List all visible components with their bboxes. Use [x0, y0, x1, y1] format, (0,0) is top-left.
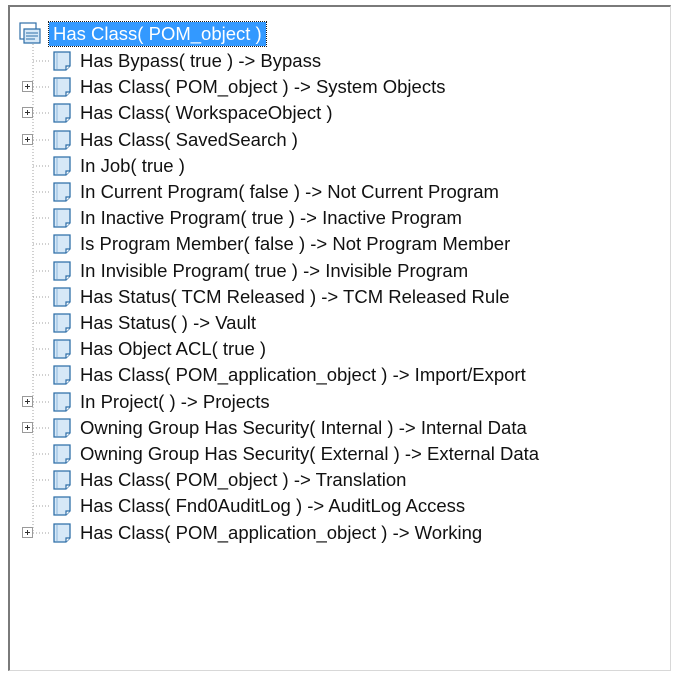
- rule-node-icon: [53, 392, 71, 412]
- rule-node-icon: [53, 77, 71, 97]
- rule-node-icon: [53, 261, 71, 281]
- expand-plus-icon[interactable]: [22, 527, 33, 538]
- rule-node-icon: [53, 234, 71, 254]
- expand-plus-icon[interactable]: [22, 422, 33, 433]
- rule-node-icon: [53, 208, 71, 228]
- tree-node-label: Has Class( POM_object ) -> System Object…: [80, 76, 446, 97]
- tree-node-label: Has Class( POM_object ) -> Translation: [80, 469, 407, 490]
- rule-node-icon: [53, 103, 71, 123]
- rule-node-icon: [53, 313, 71, 333]
- expand-plus-icon[interactable]: [22, 396, 33, 407]
- tree-node-label: In Current Program( false ) -> Not Curre…: [80, 181, 499, 202]
- tree-node-label: In Project( ) -> Projects: [80, 391, 270, 412]
- rule-node-icon: [53, 182, 71, 202]
- tree-root-label[interactable]: Has Class( POM_object ): [48, 21, 267, 47]
- tree-node-label: Owning Group Has Security( External ) ->…: [80, 443, 540, 464]
- rule-node-icon: [53, 523, 71, 543]
- rule-node-icon: [53, 365, 71, 385]
- rule-node-icon: [53, 496, 71, 516]
- tree-root-node[interactable]: Has Class( POM_object ): [17, 21, 267, 47]
- tree-node-label: In Inactive Program( true ) -> Inactive …: [80, 207, 462, 228]
- rule-node-icon: [53, 287, 71, 307]
- rule-node-icon: [53, 51, 71, 71]
- tree-node-label: In Invisible Program( true ) -> Invisibl…: [80, 260, 469, 281]
- tree-node-label: Has Bypass( true ) -> Bypass: [80, 50, 322, 71]
- tree-node-label: Has Class( POM_application_object ) -> W…: [80, 522, 483, 543]
- rule-node-icon: [53, 339, 71, 359]
- rule-tree-root-icon: [19, 22, 41, 44]
- tree-node-label: Has Class( WorkspaceObject ): [80, 102, 333, 123]
- tree-node-label: Has Class( Fnd0AuditLog ) -> AuditLog Ac…: [80, 495, 466, 516]
- rule-node-icon: [53, 418, 71, 438]
- tree-node-label: Owning Group Has Security( Internal ) ->…: [80, 417, 527, 438]
- tree-node-label: Has Class( POM_application_object ) -> I…: [80, 364, 526, 385]
- rule-node-icon: [53, 130, 71, 150]
- rule-node-icon: [53, 156, 71, 176]
- tree-node-label: In Job( true ): [80, 155, 185, 176]
- expand-plus-icon[interactable]: [22, 107, 33, 118]
- expand-plus-icon[interactable]: [22, 81, 33, 92]
- tree-node-label: Is Program Member( false ) -> Not Progra…: [80, 233, 511, 254]
- expand-plus-icon[interactable]: [22, 134, 33, 145]
- tree-node-label: Has Status( ) -> Vault: [80, 312, 256, 333]
- tree-node-label: Has Class( SavedSearch ): [80, 129, 298, 150]
- tree-node-label: Has Status( TCM Released ) -> TCM Releas…: [80, 286, 510, 307]
- rule-node-icon: [53, 470, 71, 490]
- rule-node-icon: [53, 444, 71, 464]
- tree-node-label: Has Object ACL( true ): [80, 338, 267, 359]
